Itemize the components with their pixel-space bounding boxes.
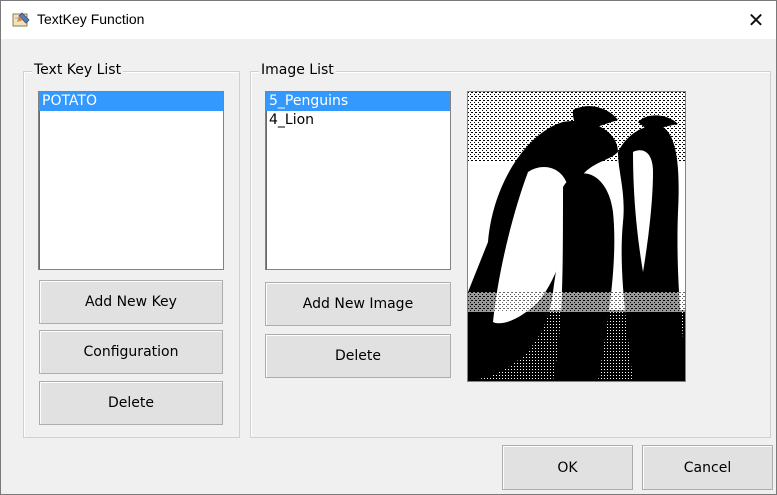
app-icon xyxy=(12,12,30,27)
add-new-image-label: Add New Image xyxy=(302,296,414,312)
ok-label: OK xyxy=(557,459,578,476)
text-key-legend: Text Key List xyxy=(32,62,124,78)
text-key-listbox[interactable]: POTATO xyxy=(38,91,224,270)
delete-key-button[interactable]: Delete xyxy=(39,381,223,425)
image-listbox[interactable]: 5_Penguins 4_Lion xyxy=(265,91,451,270)
cancel-button[interactable]: Cancel xyxy=(642,445,773,490)
delete-image-label: Delete xyxy=(335,348,381,364)
image-preview xyxy=(467,91,686,382)
title-bar[interactable]: TextKey Function ✕ xyxy=(1,1,776,39)
cancel-label: Cancel xyxy=(683,459,732,476)
list-item[interactable]: 4_Lion xyxy=(266,111,450,130)
delete-key-label: Delete xyxy=(108,395,154,411)
ok-button[interactable]: OK xyxy=(502,445,633,490)
list-item[interactable]: 5_Penguins xyxy=(266,92,450,111)
add-new-key-button[interactable]: Add New Key xyxy=(39,280,223,324)
configuration-label: Configuration xyxy=(83,344,179,360)
image-list-legend: Image List xyxy=(259,62,336,78)
add-new-image-button[interactable]: Add New Image xyxy=(265,282,451,326)
delete-image-button[interactable]: Delete xyxy=(265,334,451,378)
configuration-button[interactable]: Configuration xyxy=(39,330,223,374)
window-title: TextKey Function xyxy=(37,11,145,27)
close-button[interactable]: ✕ xyxy=(736,1,776,39)
list-item[interactable]: POTATO xyxy=(39,92,223,111)
dialog-window: TextKey Function ✕ Text Key List POTATO … xyxy=(0,0,777,495)
add-new-key-label: Add New Key xyxy=(85,294,177,310)
penguins-image xyxy=(468,92,685,381)
close-icon: ✕ xyxy=(747,8,765,32)
